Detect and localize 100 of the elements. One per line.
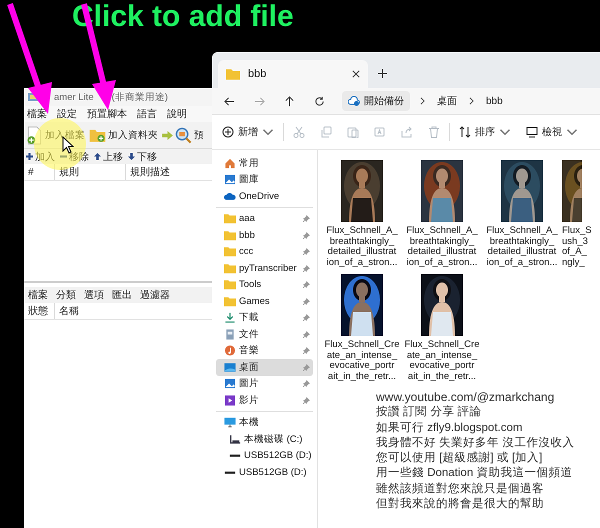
column-header[interactable]: 規則: [55, 164, 126, 180]
tab[interactable]: 過濾器: [140, 288, 170, 302]
nav-item[interactable]: 下載: [216, 310, 313, 326]
computer-icon: [224, 417, 236, 428]
pin-icon[interactable]: [303, 330, 310, 338]
folder-icon: [224, 213, 236, 224]
forward-icon[interactable]: [254, 96, 265, 106]
nav-item[interactable]: USB512GB (D:): [216, 464, 313, 480]
nav-item[interactable]: USB512GB (D:): [216, 448, 313, 464]
nav-item[interactable]: 圖庫: [216, 172, 313, 188]
nav-item[interactable]: 影片: [216, 392, 313, 408]
rename-icon: [374, 126, 386, 138]
sort-icon: [459, 126, 471, 138]
nav-item[interactable]: 桌面: [216, 359, 313, 376]
nav-item[interactable]: aaa: [216, 210, 313, 227]
pin-icon[interactable]: [303, 264, 310, 272]
column-header[interactable]: 狀態: [24, 303, 55, 319]
caption-line: 按讚 訂閱 分享 評論: [376, 405, 483, 420]
pin-icon[interactable]: [303, 380, 310, 388]
caption-line: 但對我來說的將會是很大的幫助: [376, 497, 545, 512]
minus-icon: [60, 153, 67, 160]
pin-icon[interactable]: [303, 298, 310, 305]
up-icon[interactable]: [284, 96, 295, 106]
add-file-icon[interactable]: [26, 126, 43, 144]
nav-item[interactable]: 圖片: [216, 376, 313, 392]
chevron-icon: [469, 97, 474, 105]
tab[interactable]: 檔案: [28, 288, 48, 302]
share-icon: [401, 126, 413, 138]
nav-item[interactable]: pyTranscriber: [216, 260, 313, 276]
breadcrumb-item[interactable]: bbb: [484, 92, 505, 110]
toolbar-label[interactable]: 預: [194, 128, 204, 142]
caption-line: www.youtube.com/@zmarkchang: [376, 390, 556, 405]
nav-item[interactable]: 文件: [216, 326, 313, 342]
magnifier-icon[interactable]: [175, 126, 192, 144]
nav-item[interactable]: Games: [216, 293, 313, 310]
copy-icon: [320, 126, 332, 138]
arrow-right-icon[interactable]: [162, 130, 173, 140]
music-icon: [224, 345, 236, 356]
menu-item[interactable]: 檔案: [27, 107, 47, 121]
rule-action-button[interactable]: 下移: [128, 150, 157, 164]
rule-action-button[interactable]: 移除: [60, 150, 89, 164]
tab[interactable]: 分類: [56, 288, 76, 302]
file-name[interactable]: Flux_Schnell_A_ breathtakingly_ detailed_illustrat ion_of_a_stron...: [326, 226, 398, 268]
rule-action-button[interactable]: 上移: [94, 150, 123, 164]
breadcrumb-item[interactable]: 開始備份: [342, 91, 410, 111]
gallery-icon: [224, 174, 236, 186]
scissors-icon: [293, 126, 305, 138]
pin-icon[interactable]: [303, 396, 310, 404]
nav-item[interactable]: OneDrive: [216, 188, 313, 204]
column-header[interactable]: 規則描述: [126, 164, 200, 180]
pin-icon[interactable]: [303, 215, 310, 222]
nav-item[interactable]: Tools: [216, 276, 313, 293]
nav-item[interactable]: 本機磁碟 (C:): [216, 431, 313, 448]
nav-item[interactable]: 本機: [216, 414, 313, 431]
new-icon: [222, 126, 234, 138]
tab[interactable]: 選項: [84, 288, 104, 302]
file-name[interactable]: Flux_Schnell_A_ breathtakingly_ detailed_illustrat ion_of_a_stron...: [406, 226, 478, 268]
sort-button[interactable]: 排序: [453, 122, 517, 142]
refresh-icon[interactable]: [314, 96, 325, 106]
nav-item[interactable]: 常用: [216, 155, 313, 172]
toolbar-label[interactable]: 加入資料夾: [108, 128, 158, 142]
file-name[interactable]: Flux_Schnell_Cre ate_an_intense_ evocative_portr ait_in_the_retr...: [324, 340, 400, 382]
menu-item[interactable]: 說明: [167, 107, 187, 121]
pin-icon[interactable]: [303, 364, 310, 371]
menu-item[interactable]: 設定: [57, 107, 77, 121]
new-tab-icon[interactable]: [378, 69, 387, 78]
menu-item[interactable]: 語言: [137, 107, 157, 121]
pin-icon[interactable]: [303, 314, 310, 322]
document-icon: [224, 328, 236, 340]
caption-line: 您可以使用 [超級感謝] 或 [加入]: [376, 451, 544, 466]
close-icon[interactable]: [352, 70, 360, 78]
column-header[interactable]: 名稱: [55, 303, 119, 319]
monitor-icon: [526, 126, 538, 138]
nav-item[interactable]: 音樂: [216, 342, 313, 359]
pin-icon[interactable]: [303, 232, 310, 239]
file-name[interactable]: Flux_S ush_3 of_A_ ngly_: [562, 226, 592, 268]
chevron-icon: [420, 97, 425, 105]
video-icon: [224, 394, 236, 406]
pin-icon[interactable]: [303, 248, 310, 256]
browser-tab[interactable]: bbb: [218, 60, 368, 88]
view-button[interactable]: 檢視: [520, 122, 584, 142]
tab-title: bbb: [248, 68, 268, 80]
folder-icon: [224, 296, 236, 307]
breadcrumb-item[interactable]: 桌面: [435, 91, 459, 111]
nav-item[interactable]: ccc: [216, 244, 313, 260]
file-name[interactable]: Flux_Schnell_A_ breathtakingly_ detailed_illustrat ion_of_a_stron...: [486, 226, 558, 268]
back-icon[interactable]: [224, 96, 235, 106]
folder-icon: [226, 68, 240, 80]
plus-icon: [26, 153, 33, 160]
column-header[interactable]: #: [24, 164, 55, 180]
menu-item[interactable]: 預置腳本: [87, 107, 127, 121]
new-button[interactable]: 新增: [216, 122, 280, 142]
tab[interactable]: 匯出: [112, 288, 132, 302]
folder-icon: [224, 262, 236, 274]
window-title: amer Lite: [54, 92, 94, 102]
arrow-down-icon: [128, 153, 135, 160]
file-name[interactable]: Flux_Schnell_Cre ate_an_intense_ evocative_portr ait_in_the_retr...: [404, 340, 480, 382]
pin-icon[interactable]: [303, 281, 310, 288]
pin-icon[interactable]: [303, 347, 310, 354]
nav-item[interactable]: bbb: [216, 227, 313, 244]
